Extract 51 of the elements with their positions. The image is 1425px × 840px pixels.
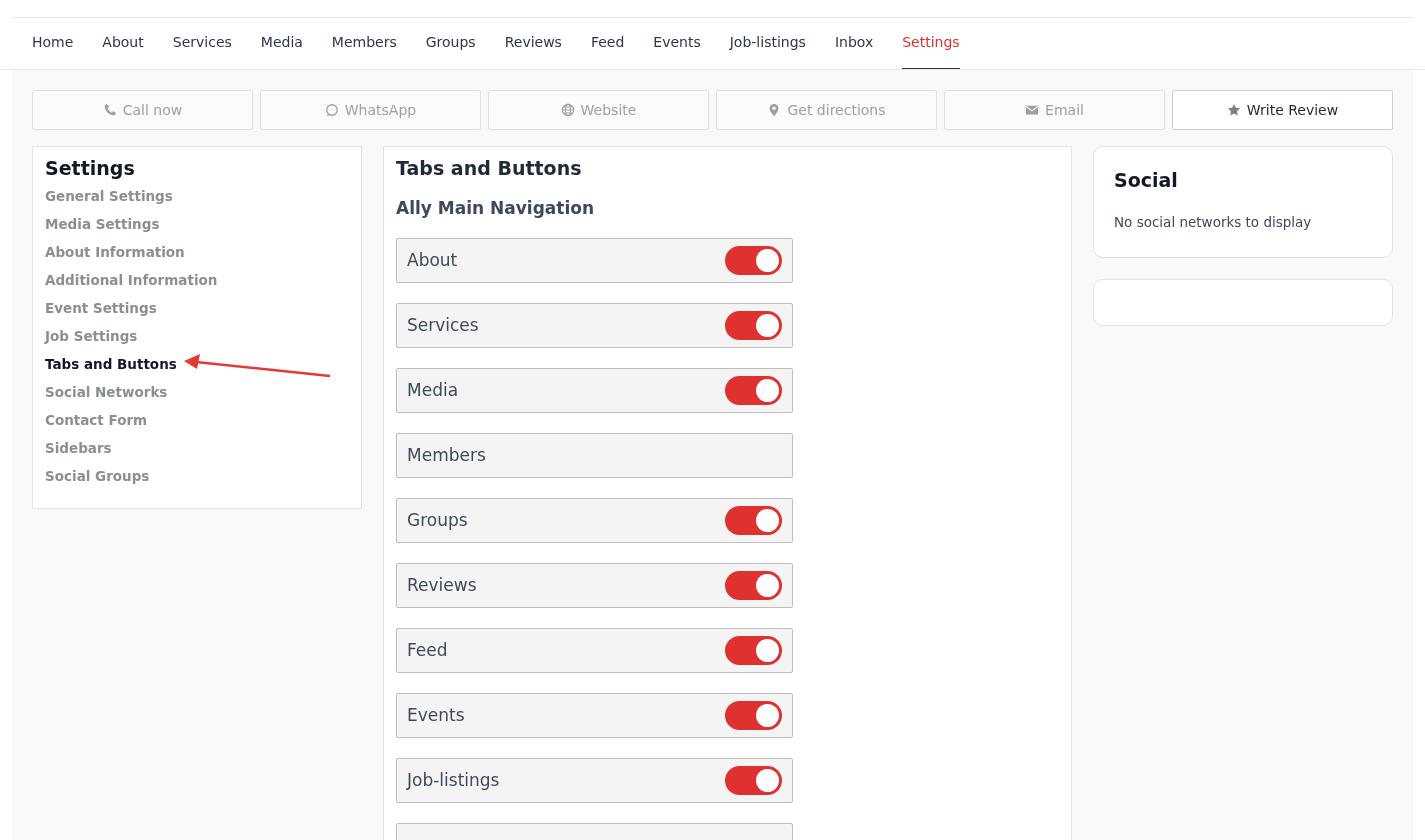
- panel-title: Tabs and Buttons: [396, 157, 583, 180]
- setting-label: Members: [407, 443, 486, 467]
- setting-label: Job-listings: [407, 768, 500, 792]
- menu-title: Settings: [45, 157, 136, 180]
- nav-tab[interactable]: Job-listings: [729, 18, 806, 69]
- toggle-switch[interactable]: [725, 376, 782, 406]
- settings-menu-item[interactable]: General Settings: [45, 181, 173, 210]
- action-button[interactable]: Write Review: [1172, 90, 1393, 130]
- settings-menu-item[interactable]: Tabs and Buttons: [45, 349, 177, 378]
- star-icon: [1226, 103, 1241, 117]
- setting-label: Services: [407, 313, 479, 337]
- chat-icon: [324, 103, 339, 117]
- setting-label: Events: [407, 703, 465, 727]
- nav-tab[interactable]: Reviews: [504, 18, 562, 69]
- nav-tab[interactable]: Events: [653, 18, 701, 69]
- settings-menu-item[interactable]: Social Networks: [45, 377, 168, 406]
- nav-tab[interactable]: About: [102, 18, 144, 69]
- setting-label: Reviews: [407, 573, 477, 597]
- envelope-icon: [1025, 103, 1040, 117]
- toggle-switch[interactable]: [725, 246, 782, 276]
- nav-tab[interactable]: Groups: [425, 18, 476, 69]
- nav-tab[interactable]: Feed: [590, 18, 625, 69]
- setting-label: Feed: [407, 638, 448, 662]
- nav-tab[interactable]: Home: [32, 18, 74, 69]
- toggle-switch[interactable]: [725, 571, 782, 601]
- setting-label: About: [407, 248, 458, 272]
- setting-label: Media: [407, 378, 459, 402]
- phone-icon: [102, 103, 117, 117]
- settings-menu-item[interactable]: Event Settings: [45, 293, 157, 322]
- nav-tab[interactable]: Services: [172, 18, 232, 69]
- settings-menu-item[interactable]: Additional Information: [45, 265, 218, 294]
- toggle-switch[interactable]: [725, 506, 782, 536]
- empty-message: No social networks to display: [1114, 212, 1313, 232]
- setting-label: Groups: [407, 508, 468, 532]
- settings-menu-item[interactable]: Social Groups: [45, 461, 150, 490]
- toggle-switch[interactable]: [725, 701, 782, 731]
- toggle-switch[interactable]: [725, 766, 782, 796]
- social-title: Social: [1114, 169, 1179, 192]
- settings-menu-item[interactable]: Media Settings: [45, 209, 160, 238]
- section-heading: Ally Main Navigation: [396, 197, 596, 219]
- nav-tab[interactable]: Inbox: [834, 18, 874, 69]
- nav-tab[interactable]: Settings: [902, 18, 960, 69]
- toggle-switch[interactable]: [725, 636, 782, 666]
- settings-menu-item[interactable]: Job Settings: [45, 321, 138, 350]
- nav-tab[interactable]: Media: [260, 18, 303, 69]
- toggle-switch[interactable]: [725, 311, 782, 341]
- nav-tab[interactable]: Members: [331, 18, 397, 69]
- settings-menu-item[interactable]: About Information: [45, 237, 185, 266]
- globe-icon: [560, 103, 575, 117]
- settings-menu-item[interactable]: Contact Form: [45, 405, 148, 434]
- settings-menu-item[interactable]: Sidebars: [45, 433, 112, 462]
